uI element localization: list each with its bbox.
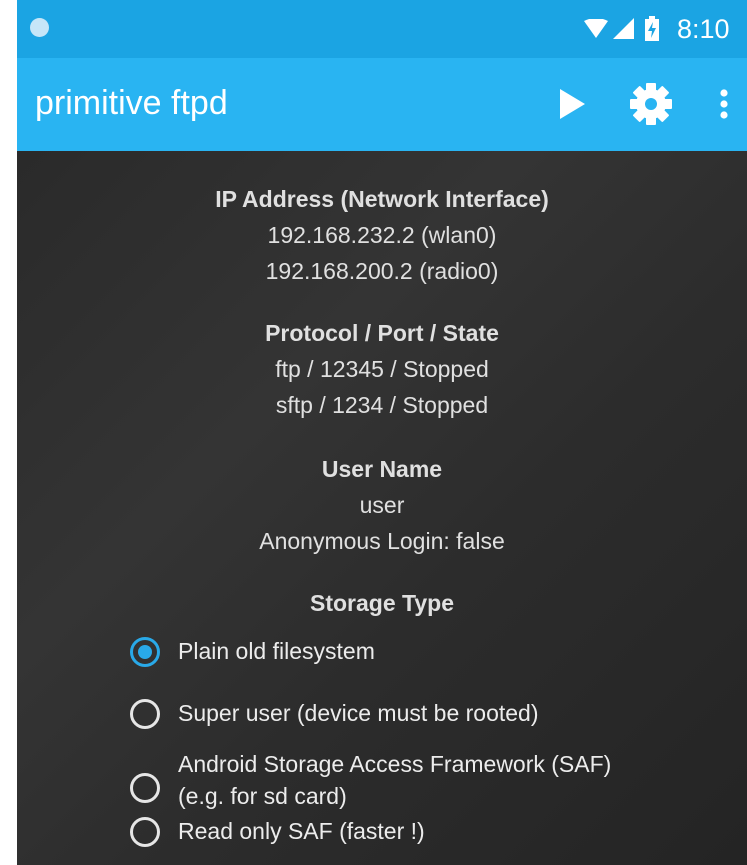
play-icon xyxy=(560,89,585,119)
protocol-line: sftp / 1234 / Stopped xyxy=(275,392,489,418)
radio-unchecked-icon[interactable] xyxy=(130,773,160,803)
ip-address-heading: IP Address (Network Interface) xyxy=(215,186,549,212)
radio-unchecked-icon[interactable] xyxy=(130,817,160,847)
user-section: User Name user Anonymous Login: false xyxy=(17,451,747,559)
start-server-button[interactable] xyxy=(547,80,595,128)
app-title: primitive ftpd xyxy=(35,84,228,122)
storage-option-label-line: (e.g. for sd card) xyxy=(178,783,347,809)
user-name-heading: User Name xyxy=(321,456,443,482)
signal-icon xyxy=(613,18,634,39)
user-name-value: user xyxy=(359,492,405,518)
storage-option-label: Plain old filesystem xyxy=(178,638,375,664)
storage-option-label: Android Storage Access Framework (SAF) (… xyxy=(178,748,611,812)
overflow-menu-button[interactable] xyxy=(711,80,737,128)
anonymous-login-value: Anonymous Login: false xyxy=(259,528,505,554)
storage-option-label: Read only SAF (faster !) xyxy=(178,818,425,844)
overflow-menu-icon xyxy=(720,89,728,119)
storage-option-label: Super user (device must be rooted) xyxy=(178,700,539,726)
protocol-section: Protocol / Port / State ftp / 12345 / St… xyxy=(17,315,747,423)
radio-checked-icon[interactable] xyxy=(130,637,160,667)
storage-type-section: Storage Type xyxy=(17,585,747,621)
storage-type-heading: Storage Type xyxy=(310,590,454,616)
settings-button[interactable] xyxy=(623,76,679,132)
wifi-icon xyxy=(584,19,608,38)
server-info-panel: IP Address (Network Interface) 192.168.2… xyxy=(17,151,747,865)
gear-icon xyxy=(630,83,672,125)
ip-address-section: IP Address (Network Interface) 192.168.2… xyxy=(17,181,747,289)
status-clock: 8:10 xyxy=(677,14,730,44)
phone-screen: 8:10 primitive ftpd IP Address (Network … xyxy=(0,0,747,865)
ip-address-line: 192.168.232.2 (wlan0) xyxy=(267,222,497,248)
status-bar: 8:10 xyxy=(17,0,747,58)
notification-dot-icon xyxy=(30,18,49,37)
radio-unchecked-icon[interactable] xyxy=(130,699,160,729)
ip-address-line: 192.168.200.2 (radio0) xyxy=(265,258,499,284)
app-bar: primitive ftpd xyxy=(17,58,747,151)
protocol-line: ftp / 12345 / Stopped xyxy=(275,356,489,382)
battery-icon xyxy=(645,16,659,41)
protocol-heading: Protocol / Port / State xyxy=(265,320,499,346)
storage-option-label-line: Android Storage Access Framework (SAF) xyxy=(178,751,612,777)
